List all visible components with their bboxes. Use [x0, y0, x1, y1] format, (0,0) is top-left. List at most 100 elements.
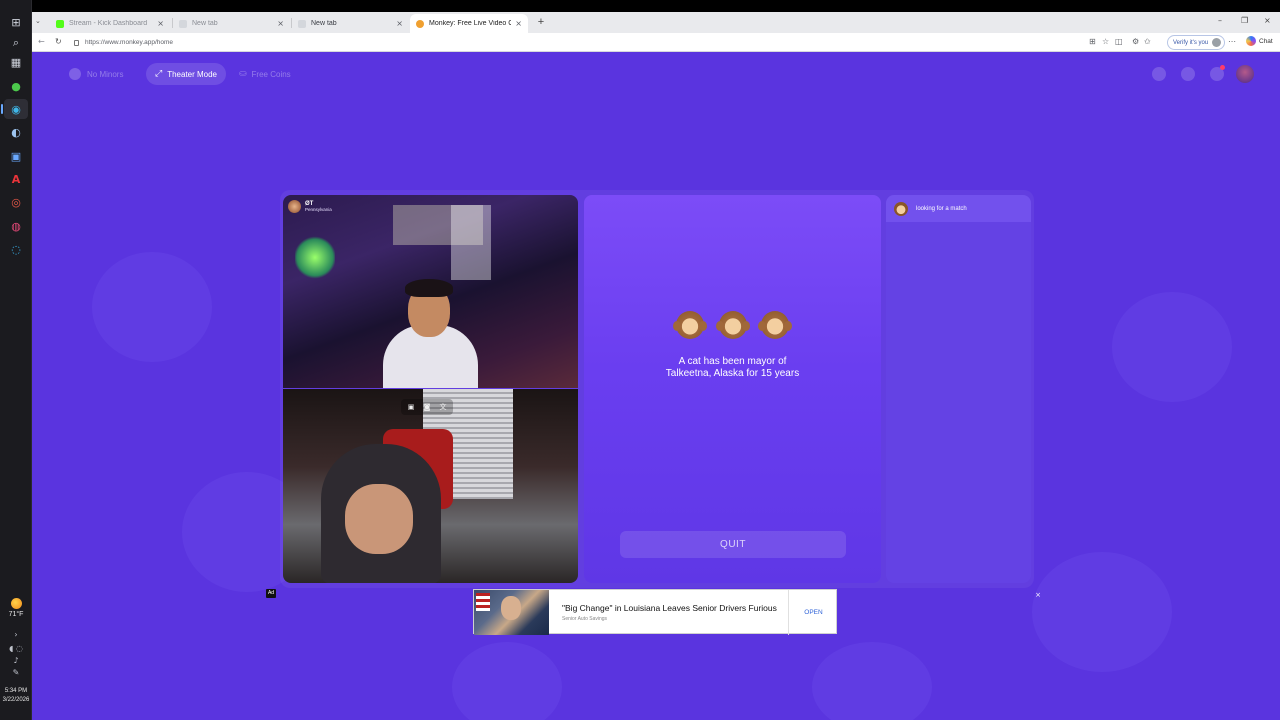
quit-button[interactable]: QUIT — [620, 531, 846, 558]
theater-mode-button[interactable]: ⤢ Theater Mode — [146, 63, 227, 85]
monkey-emojis — [584, 311, 881, 344]
hear-no-evil-monkey-icon — [715, 311, 750, 339]
flag-icon — [476, 593, 490, 611]
favorite-star-icon[interactable]: ☆ — [1102, 37, 1109, 46]
steam-icon[interactable]: ◐ — [4, 122, 28, 142]
profile-icon[interactable] — [1152, 67, 1166, 81]
remote-video[interactable]: ØT Pennsylvania — [283, 195, 578, 388]
free-coins-label: Free Coins — [251, 69, 291, 79]
fact-line: Talkeetna, Alaska for 15 years — [665, 368, 800, 379]
tab-label: Stream - Kick Dashboard — [69, 20, 148, 27]
tab-close-icon[interactable]: × — [396, 19, 403, 28]
see-no-evil-monkey-icon — [673, 311, 708, 339]
store-icon[interactable]: ▣ — [4, 146, 28, 166]
chevron-up-icon[interactable]: › — [2, 630, 30, 639]
person-face-shape — [345, 484, 413, 554]
toggle-dot-icon — [69, 68, 81, 80]
screen-top-strip — [32, 0, 1280, 12]
volume-icon[interactable]: ◖ ◌ — [2, 644, 30, 653]
more-options-icon[interactable]: ⋯ — [1228, 37, 1236, 46]
weather-widget[interactable]: 71°F — [2, 598, 30, 618]
microphone-icon[interactable]: ♪ — [2, 656, 30, 665]
ad-open-button[interactable]: OPEN — [789, 590, 838, 635]
person-hair-shape — [405, 279, 453, 297]
search-icon[interactable]: ⌕ — [4, 33, 28, 53]
tab-monkey[interactable]: Monkey: Free Live Video Chat × — [410, 14, 528, 33]
translate-icon[interactable]: 文 — [437, 402, 449, 412]
verify-label: Verify it's you — [1173, 39, 1209, 46]
tab-close-icon[interactable]: × — [515, 19, 522, 28]
chat-panel: looking for a match — [886, 195, 1031, 583]
user-avatar-icon — [288, 200, 301, 213]
url-text: https://www.monkey.app/home — [85, 39, 174, 46]
ad-headline[interactable]: "Big Change" in Louisiana Leaves Senior … — [562, 603, 777, 613]
background-blob — [812, 642, 932, 720]
fun-fact: A cat has been mayor of Talkeetna, Alask… — [624, 356, 841, 380]
taskbar-clock[interactable]: 5:34 PM 3/22/2026 — [0, 687, 32, 705]
notification-dot — [1220, 65, 1225, 70]
camera-icon[interactable]: ◙ — [421, 402, 433, 412]
picture-in-picture-icon[interactable]: ▣ — [405, 402, 417, 412]
chat-icon[interactable] — [1210, 65, 1225, 81]
close-window-icon[interactable]: × — [1264, 16, 1271, 25]
no-minors-label: No Minors — [87, 69, 124, 79]
windows-start-icon[interactable]: ⊞ — [4, 12, 28, 32]
favorites-list-icon[interactable]: ✩ — [1144, 37, 1151, 46]
edge-icon[interactable]: ◉ — [1, 99, 28, 119]
apps-grid-icon[interactable]: ⊞ — [1089, 37, 1096, 46]
history-icon[interactable] — [1181, 67, 1195, 81]
minimize-icon[interactable]: – — [1218, 16, 1222, 25]
tab-label: New tab — [192, 20, 218, 27]
theater-mode-label: Theater Mode — [167, 69, 218, 79]
background-blob — [452, 642, 562, 720]
url-field[interactable]: https://www.monkey.app/home — [70, 35, 1070, 50]
coin-icon: ⛀ — [239, 69, 247, 79]
remote-location: Pennsylvania — [305, 206, 332, 212]
new-tab-button[interactable]: + — [534, 15, 548, 29]
tab-list-chevron-icon[interactable]: ⌄ — [35, 17, 41, 25]
tab-close-icon[interactable]: × — [277, 19, 284, 28]
back-icon[interactable]: ← — [38, 37, 45, 46]
clock-time: 5:34 PM — [4, 688, 28, 694]
xbox-icon[interactable]: ● — [4, 76, 28, 96]
split-screen-icon[interactable]: ◫ — [1115, 37, 1123, 46]
windows-taskbar: ⊞ ⌕ ▦ ● ◉ ◐ ▣ A ◎ ◍ ◌ 71°F › ◖ ◌ ♪ ✎ 5:3… — [0, 0, 32, 720]
screen: ⊞ ⌕ ▦ ● ◉ ◐ ▣ A ◎ ◍ ◌ 71°F › ◖ ◌ ♪ ✎ 5:3… — [0, 0, 1280, 720]
local-video[interactable]: ▣ ◙ 文 — [283, 389, 578, 583]
video-window-shape — [451, 205, 491, 280]
tab-label: Monkey: Free Live Video Chat — [429, 20, 512, 27]
tab-label: New tab — [311, 20, 337, 27]
tab-kick-dashboard[interactable]: Stream - Kick Dashboard × — [50, 14, 170, 33]
background-blob — [1112, 292, 1232, 402]
task-view-icon[interactable]: ▦ — [4, 52, 28, 72]
ad-banner[interactable]: "Big Change" in Louisiana Leaves Senior … — [473, 589, 838, 635]
extensions-icon[interactable]: ⚙ — [1132, 37, 1139, 46]
free-coins-button[interactable]: ⛀ Free Coins — [230, 63, 300, 85]
monkey-favicon-icon — [416, 19, 424, 28]
pen-icon[interactable]: ✎ — [2, 668, 30, 677]
tab-new-tab-2[interactable]: New tab × — [292, 14, 409, 33]
chat-status: looking for a match — [886, 195, 1031, 222]
verify-profile-button[interactable]: Verify it's you — [1167, 35, 1226, 50]
monkey-page: No Minors ⤢ Theater Mode ⛀ Free Coins ØT… — [32, 52, 1280, 720]
fact-line: A cat has been mayor of — [678, 356, 787, 367]
acrobat-icon[interactable]: A — [4, 169, 28, 189]
no-minors-toggle[interactable]: No Minors — [60, 63, 132, 85]
refresh-icon[interactable]: ↻ — [55, 37, 62, 46]
clock-date: 3/22/2026 — [2, 697, 30, 703]
copilot-icon — [1246, 36, 1256, 46]
tab-close-icon[interactable]: × — [157, 19, 164, 28]
video-controls: ▣ ◙ 文 — [401, 399, 453, 415]
app-blue-icon[interactable]: ◌ — [4, 239, 28, 259]
ad-close-icon[interactable]: × — [1033, 590, 1043, 600]
restore-icon[interactable]: ❐ — [1241, 16, 1248, 25]
user-avatar[interactable] — [1236, 65, 1254, 83]
profile-avatar — [1212, 38, 1222, 47]
copilot-chat-button[interactable]: Chat — [1246, 36, 1273, 46]
new-tab-favicon-icon — [298, 19, 306, 28]
browser-window: ⌄ Stream - Kick Dashboard × New tab × Ne… — [32, 0, 1280, 720]
expand-icon: ⤢ — [155, 69, 163, 79]
app-red-icon[interactable]: ◎ — [4, 192, 28, 212]
tab-new-tab-1[interactable]: New tab × — [173, 14, 290, 33]
chrome-icon[interactable]: ◍ — [4, 216, 28, 236]
